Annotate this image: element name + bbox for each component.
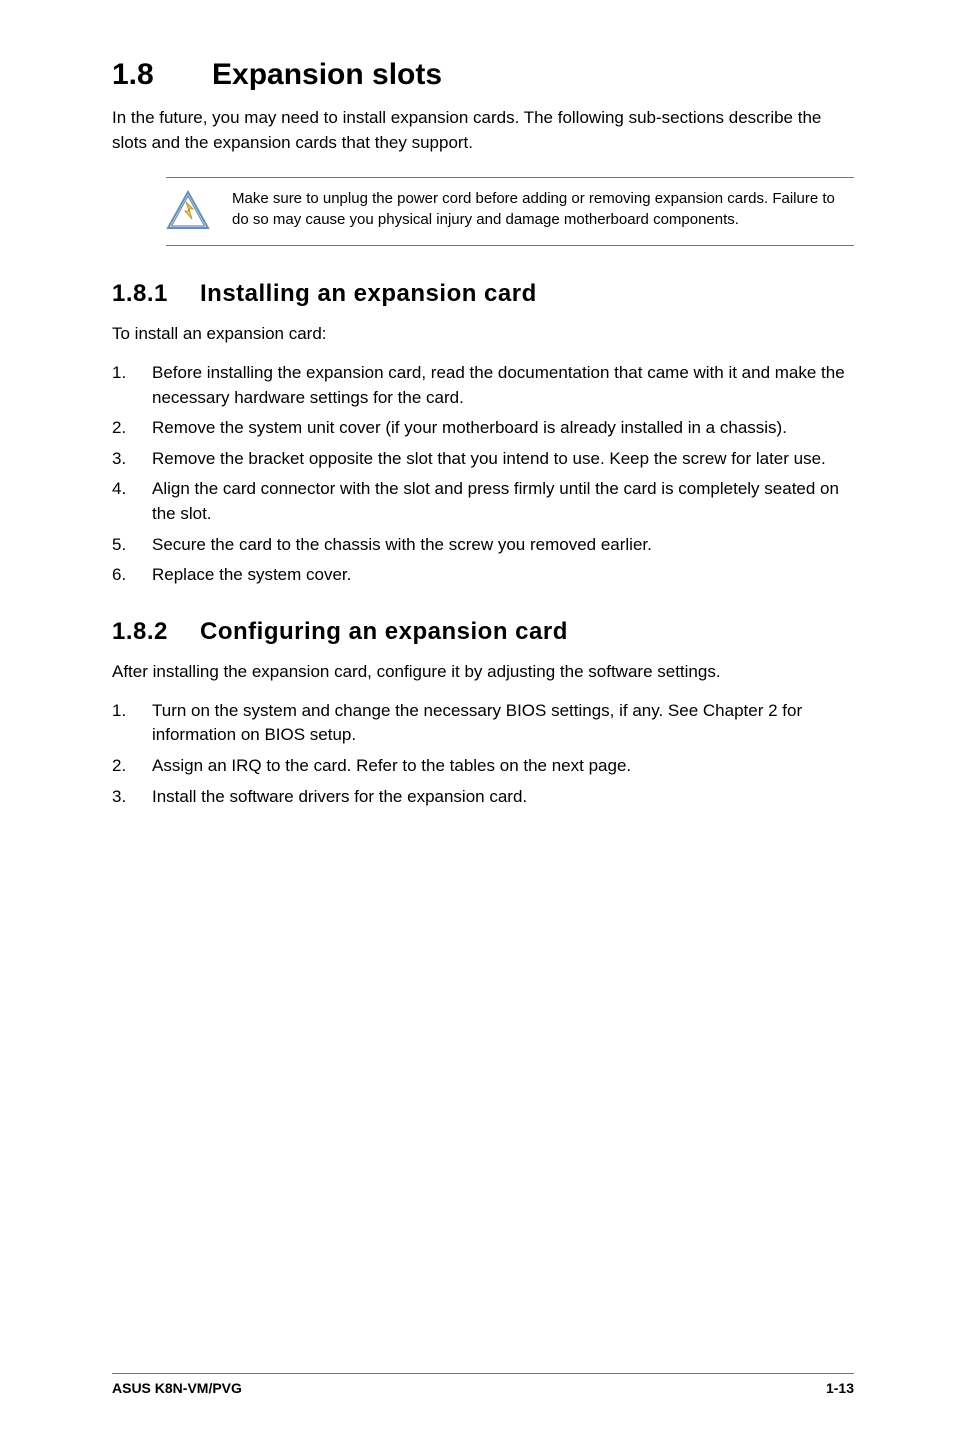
subsection-lead: After installing the expansion card, con… <box>112 660 854 685</box>
section-number: 1.8 <box>112 58 212 92</box>
list-item: Install the software drivers for the exp… <box>112 785 854 810</box>
page-footer: ASUS K8N-VM/PVG 1-13 <box>112 1373 854 1396</box>
list-item: Align the card connector with the slot a… <box>112 477 854 526</box>
step-text: Remove the system unit cover (if your mo… <box>152 416 854 441</box>
footer-product: ASUS K8N-VM/PVG <box>112 1380 242 1396</box>
subsection-number: 1.8.2 <box>112 618 200 646</box>
step-text: Replace the system cover. <box>152 563 854 588</box>
list-item: Before installing the expansion card, re… <box>112 361 854 410</box>
step-text: Remove the bracket opposite the slot tha… <box>152 447 854 472</box>
install-steps-list: Before installing the expansion card, re… <box>112 361 854 588</box>
warning-text: Make sure to unplug the power cord befor… <box>232 188 854 230</box>
section-intro: In the future, you may need to install e… <box>112 106 854 155</box>
step-text: Secure the card to the chassis with the … <box>152 533 854 558</box>
list-item: Remove the system unit cover (if your mo… <box>112 416 854 441</box>
list-item: Turn on the system and change the necess… <box>112 699 854 748</box>
list-item: Replace the system cover. <box>112 563 854 588</box>
list-item: Secure the card to the chassis with the … <box>112 533 854 558</box>
subsection-heading: 1.8.2Configuring an expansion card <box>112 618 854 646</box>
step-text: Assign an IRQ to the card. Refer to the … <box>152 754 854 779</box>
section-title: Expansion slots <box>212 58 442 91</box>
warning-icon <box>166 190 210 235</box>
subsection-number: 1.8.1 <box>112 280 200 308</box>
subsection-title: Installing an expansion card <box>200 280 537 307</box>
step-text: Before installing the expansion card, re… <box>152 361 854 410</box>
configure-steps-list: Turn on the system and change the necess… <box>112 699 854 810</box>
subsection-heading: 1.8.1Installing an expansion card <box>112 280 854 308</box>
subsection-lead: To install an expansion card: <box>112 322 854 347</box>
list-item: Assign an IRQ to the card. Refer to the … <box>112 754 854 779</box>
footer-page-number: 1-13 <box>826 1380 854 1396</box>
step-text: Align the card connector with the slot a… <box>152 477 854 526</box>
step-text: Turn on the system and change the necess… <box>152 699 854 748</box>
subsection-title: Configuring an expansion card <box>200 618 568 645</box>
list-item: Remove the bracket opposite the slot tha… <box>112 447 854 472</box>
step-text: Install the software drivers for the exp… <box>152 785 854 810</box>
warning-box: Make sure to unplug the power cord befor… <box>166 177 854 246</box>
section-heading: 1.8Expansion slots <box>112 58 854 92</box>
